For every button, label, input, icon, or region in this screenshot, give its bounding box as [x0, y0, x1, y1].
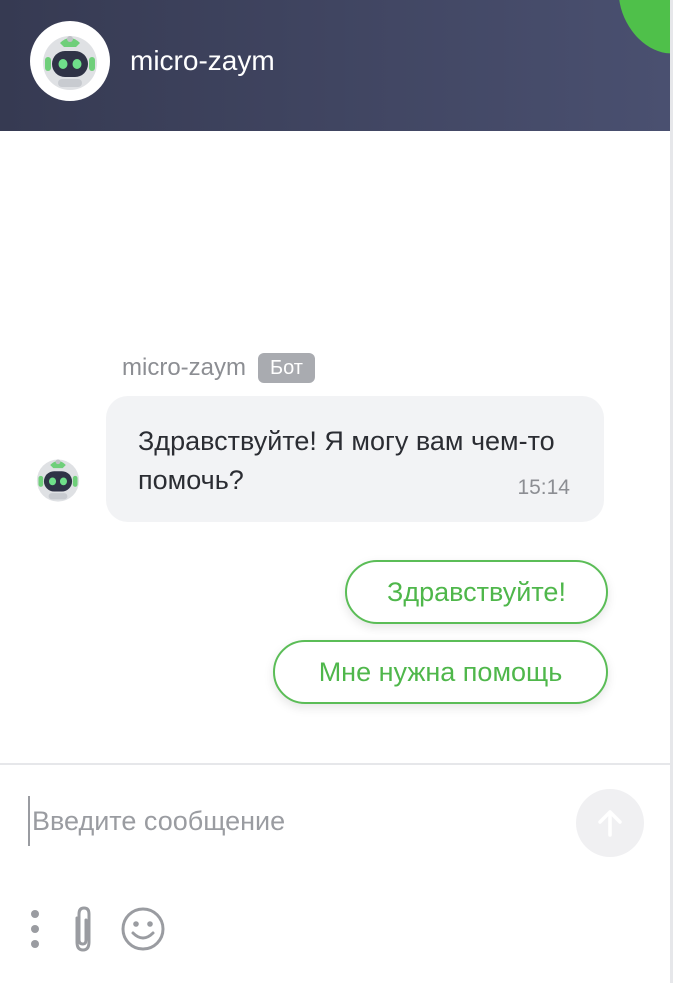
quick-reply-hello[interactable]: Здравствуйте!	[345, 560, 608, 624]
chat-window: micro-zaym micro-zaym Бот Здравствуйте! …	[0, 0, 673, 983]
chat-title: micro-zaym	[130, 45, 275, 76]
header-avatar	[30, 21, 110, 101]
message-time: 15:14	[517, 476, 570, 499]
arrow-up-icon	[598, 810, 622, 837]
message-text: Здравствуйте! Я могу вам чем-то помочь?	[138, 426, 555, 495]
vertical-dots-icon	[31, 910, 39, 948]
emoji-button[interactable]	[119, 905, 167, 953]
robot-avatar-icon	[36, 459, 80, 502]
smiley-icon	[121, 907, 165, 951]
quick-reply-need-help[interactable]: Мне нужна помощь	[273, 640, 608, 704]
chat-header: micro-zaym	[0, 0, 670, 131]
bot-badge: Бот	[258, 353, 315, 383]
composer-divider	[0, 763, 670, 765]
message-input[interactable]	[28, 796, 548, 846]
message-sender-line: micro-zaym Бот	[122, 352, 315, 384]
paperclip-icon	[75, 906, 91, 952]
leaf-decoration	[602, 0, 670, 69]
robot-avatar-icon	[43, 36, 97, 90]
message-bubble: Здравствуйте! Я могу вам чем-то помочь? …	[106, 396, 604, 522]
sender-name: micro-zaym	[122, 354, 246, 381]
send-button[interactable]	[576, 789, 644, 857]
attach-button[interactable]	[64, 904, 102, 954]
more-options-button[interactable]	[24, 906, 46, 952]
message-avatar	[33, 454, 83, 504]
